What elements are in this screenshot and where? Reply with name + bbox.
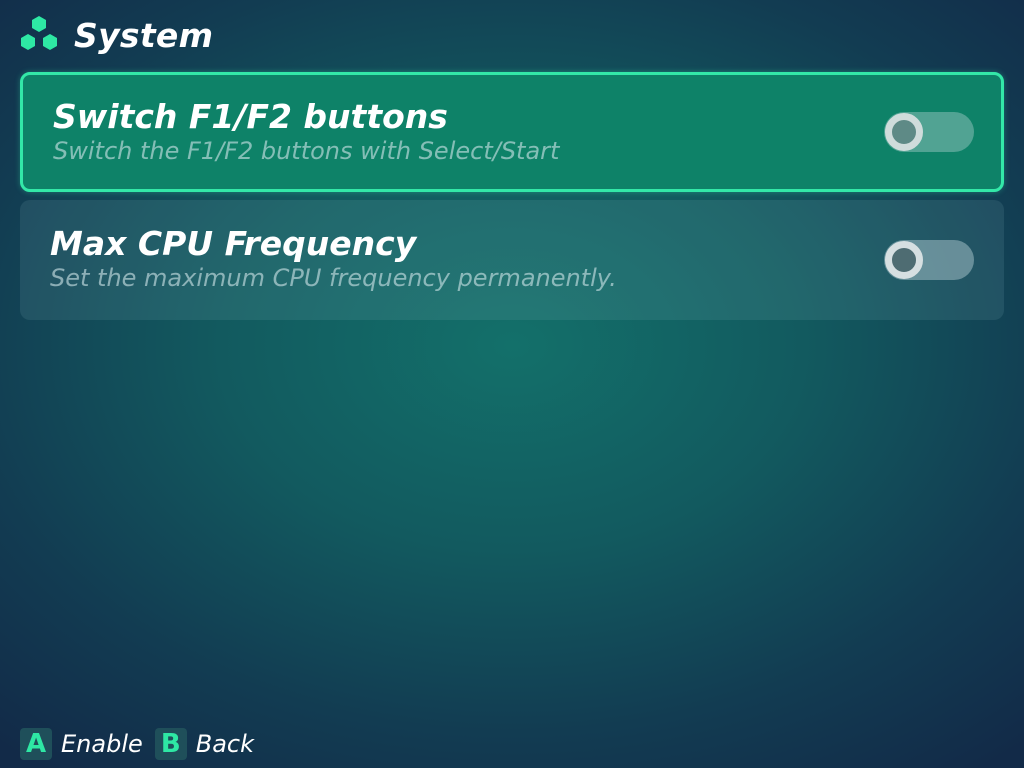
back-hint: Back — [195, 730, 255, 758]
page-title: System — [74, 15, 214, 55]
toggle-knob — [885, 241, 923, 279]
setting-description: Set the maximum CPU frequency permanentl… — [50, 264, 617, 292]
button-hints: A Enable B Back — [20, 728, 266, 760]
switch-f1-f2-toggle[interactable] — [884, 112, 974, 152]
hexagon-cluster-icon — [21, 16, 57, 50]
setting-description: Switch the F1/F2 buttons with Select/Sta… — [53, 137, 560, 165]
a-button-icon: A — [20, 728, 52, 760]
max-cpu-frequency-toggle[interactable] — [884, 240, 974, 280]
setting-label: Switch F1/F2 buttons — [53, 97, 448, 136]
toggle-knob — [885, 113, 923, 151]
header: System — [18, 12, 213, 58]
b-button-icon: B — [154, 728, 187, 760]
setting-row-max-cpu-frequency[interactable]: Max CPU Frequency Set the maximum CPU fr… — [20, 200, 1004, 320]
setting-row-switch-f1-f2[interactable]: Switch F1/F2 buttons Switch the F1/F2 bu… — [20, 72, 1004, 192]
setting-label: Max CPU Frequency — [50, 224, 417, 263]
enable-hint: Enable — [61, 730, 143, 758]
